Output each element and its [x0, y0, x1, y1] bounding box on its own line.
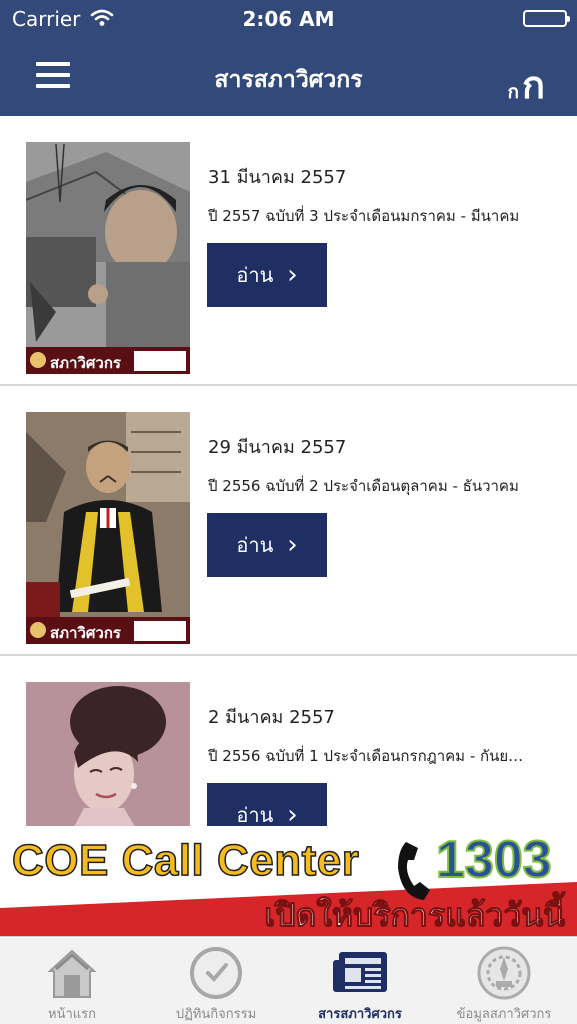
tab-calendar[interactable]: ปฏิทินกิจกรรม: [144, 937, 288, 1024]
tab-label: ข้อมูลสภาวิศวกร: [456, 1007, 552, 1022]
issues-list: สภาวิศวกร 31 มีนาคม 2557 ปี 2557 ฉบับที่…: [0, 116, 577, 926]
page-title: สารสภาวิศวกร: [214, 67, 363, 93]
font-size-button[interactable]: กก: [507, 54, 545, 115]
issue-date: 29 มีนาคม 2557: [208, 437, 347, 458]
battery-icon: [523, 10, 570, 27]
issue-cover-image[interactable]: สภาวิศวกร: [26, 412, 190, 644]
chevron-right-icon: ›: [287, 260, 298, 290]
issue-description: ปี 2557 ฉบับที่ 3 ประจำเดือนมกราคม - มีน…: [208, 207, 520, 225]
top-bar: Carrier 2:06 AM สารสภาวิศวกร กก: [0, 0, 577, 116]
issue-description: ปี 2556 ฉบับที่ 2 ประจำเดือนตุลาคม - ธัน…: [208, 477, 519, 495]
font-small-label: ก: [507, 81, 519, 103]
tab-magazine[interactable]: สารสภาวิศวกร: [288, 937, 432, 1024]
tab-label: สารสภาวิศวกร: [318, 1007, 402, 1022]
tab-label: ปฏิทินกิจกรรม: [175, 1007, 257, 1022]
banner-phone-number: 1303: [435, 830, 553, 890]
read-button[interactable]: อ่าน ›: [207, 513, 327, 577]
read-button-label: อ่าน: [236, 533, 274, 557]
issue-date: 31 มีนาคม 2557: [208, 167, 347, 188]
tab-bar: หน้าแรก ปฏิทินกิจกรรม สารสภาวิศวกร ข้อมู…: [0, 936, 577, 1024]
read-button-label: อ่าน: [236, 263, 274, 287]
home-icon: [0, 943, 144, 1003]
tab-home[interactable]: หน้าแรก: [0, 937, 144, 1024]
cover-masthead: สภาวิศวกร: [50, 354, 122, 372]
call-center-banner[interactable]: COE Call Center 1303 เปิดให้บริการแล้ววั…: [0, 826, 577, 936]
issue-description: ปี 2556 ฉบับที่ 1 ประจำเดือนกรกฎาคม - กั…: [208, 747, 528, 765]
status-bar: Carrier 2:06 AM: [0, 0, 577, 40]
read-button[interactable]: อ่าน ›: [207, 243, 327, 307]
issue-date: 2 มีนาคม 2557: [208, 707, 335, 728]
banner-headline: COE Call Center: [11, 835, 360, 886]
list-item: สภาวิศวกร 31 มีนาคม 2557 ปี 2557 ฉบับที่…: [0, 116, 577, 386]
banner-subtext: เปิดให้บริการแล้ววันนี้: [264, 897, 566, 934]
issue-cover-image[interactable]: สภาวิศวกร: [26, 142, 190, 374]
tab-council-info[interactable]: ข้อมูลสภาวิศวกร: [432, 937, 576, 1024]
chevron-right-icon: ›: [287, 530, 298, 560]
status-time: 2:06 AM: [242, 7, 335, 31]
newspaper-icon: [288, 943, 432, 1003]
clock-icon: [144, 943, 288, 1003]
chevron-right-icon: ›: [287, 800, 298, 830]
font-large-label: ก: [521, 63, 545, 107]
tab-label: หน้าแรก: [48, 1007, 96, 1022]
council-emblem-icon: [432, 943, 576, 1003]
cover-masthead: สภาวิศวกร: [50, 624, 122, 642]
app-screen: Carrier 2:06 AM สารสภาวิศวกร กก สภาวิศวก…: [0, 0, 577, 1024]
list-item: สภาวิศวกร 29 มีนาคม 2557 ปี 2556 ฉบับที่…: [0, 386, 577, 656]
